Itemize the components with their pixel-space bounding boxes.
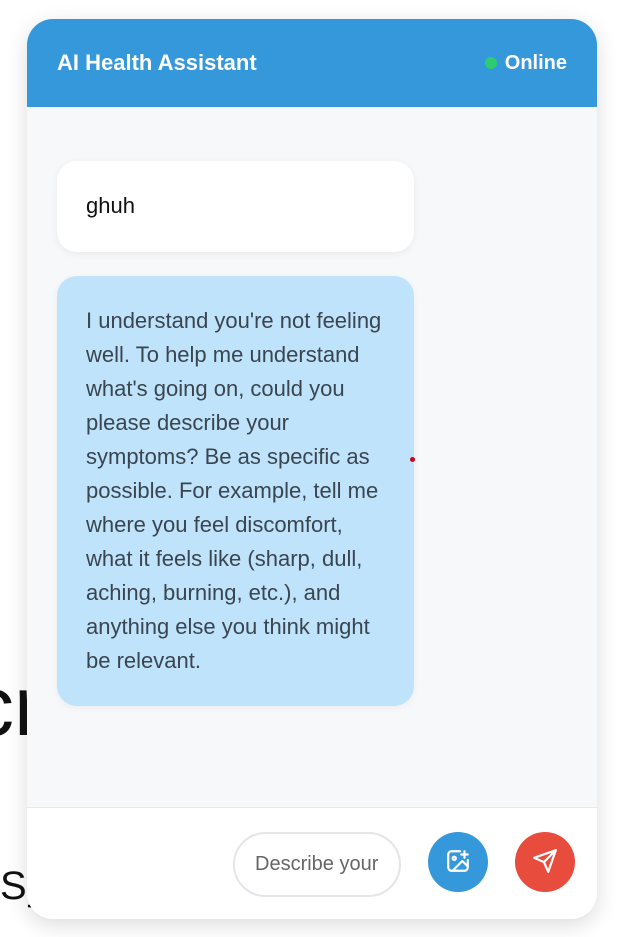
chat-messages[interactable]: ghuh I understand you're not feeling wel… [27, 107, 597, 807]
send-button[interactable] [515, 832, 575, 892]
user-message: ghuh [57, 161, 414, 252]
chat-widget: AI Health Assistant Online ghuh I unders… [27, 19, 597, 919]
symptom-input[interactable] [233, 832, 401, 897]
chat-header: AI Health Assistant Online [27, 19, 597, 107]
assistant-message: I understand you're not feeling well. To… [57, 276, 414, 706]
status-label: Online [504, 51, 567, 74]
online-status-dot-icon [484, 57, 497, 69]
upload-image-button[interactable] [428, 832, 488, 892]
chat-footer [27, 807, 597, 919]
send-icon [532, 848, 558, 877]
red-dot-marker [410, 457, 415, 462]
chat-title: AI Health Assistant [57, 50, 257, 75]
status-indicator: Online [484, 51, 567, 75]
image-add-icon [445, 848, 471, 877]
